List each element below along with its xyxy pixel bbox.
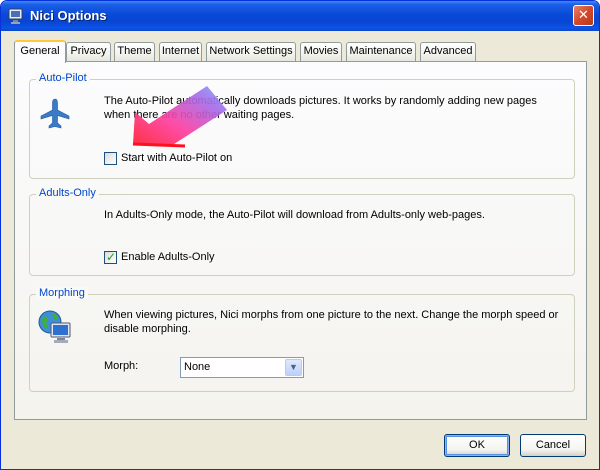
- close-button[interactable]: ✕: [573, 5, 594, 26]
- tab-network-settings[interactable]: Network Settings: [206, 42, 296, 61]
- adults-checkbox-row[interactable]: ✓ Enable Adults-Only: [104, 250, 304, 265]
- tab-internet[interactable]: Internet: [159, 42, 202, 61]
- tab-general[interactable]: General: [14, 40, 66, 63]
- tab-maintenance[interactable]: Maintenance: [346, 42, 416, 61]
- adults-checkbox[interactable]: ✓: [104, 250, 117, 264]
- options-window: Nici Options ✕ General Privacy Theme Int…: [0, 0, 600, 470]
- ok-button[interactable]: OK: [444, 434, 510, 457]
- adults-group-title: Adults-Only: [36, 187, 99, 199]
- autopilot-group-title: Auto-Pilot: [36, 72, 90, 84]
- title-bar[interactable]: Nici Options ✕: [1, 1, 599, 31]
- adults-description: In Adults-Only mode, the Auto-Pilot will…: [104, 209, 485, 221]
- morph-select[interactable]: None ▼: [180, 357, 304, 378]
- morphing-group-title: Morphing: [36, 287, 88, 299]
- tab-theme[interactable]: Theme: [114, 42, 155, 61]
- gradient-arrow-icon: [132, 86, 227, 148]
- app-monitor-icon: [8, 8, 23, 24]
- airplane-icon: [40, 98, 70, 129]
- autopilot-checkbox[interactable]: [104, 152, 117, 165]
- autopilot-group: Auto-Pilot The Auto-Pilot automatically …: [29, 72, 575, 179]
- morphing-group: Morphing When viewing pictures, Nici mor…: [29, 287, 575, 392]
- checkmark-icon: ✓: [106, 250, 117, 264]
- tab-privacy[interactable]: Privacy: [66, 42, 111, 61]
- morph-select-value: None: [184, 361, 211, 373]
- chevron-down-icon[interactable]: ▼: [285, 359, 302, 376]
- tab-movies[interactable]: Movies: [300, 42, 342, 61]
- close-icon: ✕: [578, 7, 589, 22]
- adults-checkbox-label[interactable]: Enable Adults-Only: [121, 251, 215, 263]
- autopilot-checkbox-label[interactable]: Start with Auto-Pilot on: [121, 152, 232, 164]
- general-tab-panel: Auto-Pilot The Auto-Pilot automatically …: [14, 61, 587, 420]
- adults-group: Adults-Only In Adults-Only mode, the Aut…: [29, 187, 575, 276]
- window-title: Nici Options: [30, 8, 107, 23]
- autopilot-checkbox-row[interactable]: Start with Auto-Pilot on: [104, 152, 304, 166]
- morph-label: Morph:: [104, 360, 139, 372]
- morphing-description: When viewing pictures, Nici morphs from …: [104, 309, 559, 335]
- tab-advanced[interactable]: Advanced: [420, 42, 476, 61]
- globe-monitor-icon: [38, 310, 71, 343]
- cancel-button[interactable]: Cancel: [520, 434, 586, 457]
